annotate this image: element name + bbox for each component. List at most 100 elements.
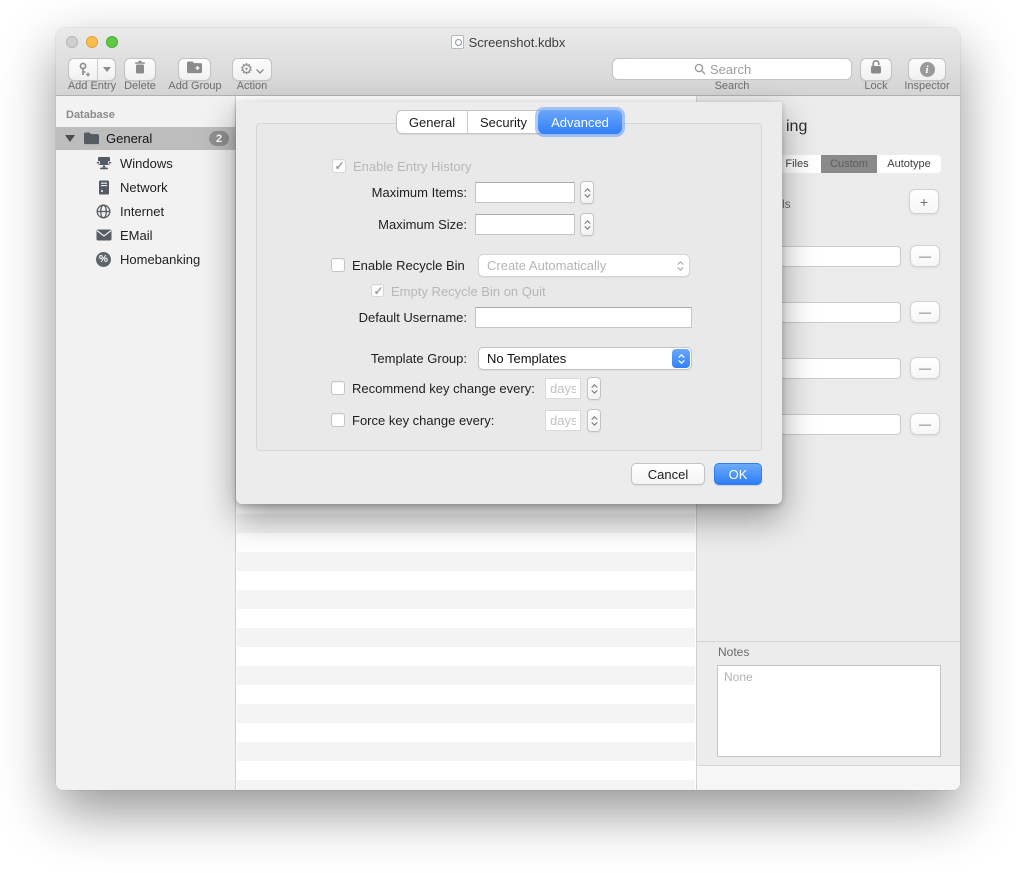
tab-custom[interactable]: Custom (821, 155, 877, 173)
remove-field-button[interactable]: — (910, 413, 940, 435)
sidebar-section-header: Database (66, 109, 115, 121)
maximum-items-input[interactable] (475, 182, 575, 203)
recommend-days-input (545, 378, 581, 399)
force-key-change-checkbox[interactable] (331, 413, 345, 427)
notes-textarea[interactable] (717, 665, 941, 757)
inspector-button[interactable]: i (908, 58, 946, 81)
app-window: Screenshot.kdbx Add Entry Delete (56, 28, 960, 790)
empty-recycle-bin-label: Empty Recycle Bin on Quit (391, 284, 546, 299)
tab-security[interactable]: Security (467, 111, 539, 133)
sidebar-item-label: Network (120, 180, 168, 195)
divider (697, 641, 960, 642)
custom-fields-label-fragment: ls (782, 197, 791, 211)
chevron-down-icon (256, 61, 264, 79)
add-field-button[interactable]: + (909, 189, 939, 214)
default-username-label: Default Username: (317, 310, 467, 325)
tab-autotype[interactable]: Autotype (877, 155, 941, 173)
titlebar: Screenshot.kdbx (56, 28, 960, 56)
add-entry-label: Add Entry (68, 80, 116, 92)
template-group-value: No Templates (479, 351, 671, 366)
popup-chevrons-icon (672, 349, 690, 368)
sidebar-item-windows[interactable]: Windows (56, 151, 236, 175)
window-title-group: Screenshot.kdbx (56, 28, 960, 56)
sidebar-item-label: Internet (120, 204, 164, 219)
sidebar: Database General 2 Windows (56, 96, 236, 790)
sidebar-item-internet[interactable]: Internet (56, 199, 236, 223)
force-key-change-label: Force key change every: (352, 413, 494, 428)
notes-label: Notes (718, 645, 749, 659)
settings-tabs: General Security Advanced (396, 110, 622, 134)
add-group-button[interactable] (178, 58, 211, 81)
inspector-title-fragment: ing (786, 118, 807, 136)
enable-entry-history-checkbox (332, 159, 346, 173)
template-group-label: Template Group: (317, 351, 467, 366)
sidebar-item-label: EMail (120, 228, 153, 243)
sidebar-item-network[interactable]: Network (56, 175, 236, 199)
enable-recycle-bin-checkbox[interactable] (331, 258, 345, 272)
disclosure-triangle-icon[interactable] (65, 135, 75, 142)
recycle-bin-mode-value: Create Automatically (479, 258, 671, 273)
enable-entry-history-label: Enable Entry History (353, 159, 472, 174)
info-icon: i (920, 62, 935, 77)
maximum-size-stepper[interactable] (580, 213, 594, 236)
trash-icon (133, 60, 147, 80)
inspector-footer (697, 765, 960, 790)
search-field[interactable] (612, 58, 852, 80)
delete-button[interactable] (124, 58, 156, 81)
search-label: Search (715, 80, 750, 92)
maximum-items-label: Maximum Items: (347, 185, 467, 200)
ok-button[interactable]: OK (714, 463, 762, 485)
tab-advanced[interactable]: Advanced (538, 110, 622, 134)
empty-recycle-bin-checkbox (371, 284, 384, 297)
inspector-label: Inspector (904, 80, 949, 92)
lock-label: Lock (864, 80, 887, 92)
gear-icon: ⚙ (240, 62, 253, 77)
search-input[interactable] (710, 62, 770, 77)
sidebar-item-label: General (106, 131, 152, 146)
maximum-size-input[interactable] (475, 214, 575, 235)
entry-list-rows (237, 495, 695, 790)
percent-icon: % (95, 252, 112, 267)
lock-button[interactable] (860, 58, 892, 81)
folder-icon (83, 131, 100, 145)
sidebar-item-email[interactable]: EMail (56, 223, 236, 247)
popup-chevrons-icon (671, 261, 689, 271)
key-plus-icon (69, 62, 97, 78)
sidebar-item-label: Windows (120, 156, 173, 171)
action-label: Action (237, 80, 268, 92)
sidebar-item-general[interactable]: General 2 (56, 127, 236, 150)
recommend-key-change-checkbox[interactable] (331, 381, 345, 395)
server-icon (95, 180, 112, 195)
count-badge: 2 (209, 131, 229, 146)
maximum-size-label: Maximum Size: (347, 217, 467, 232)
database-settings-sheet: General Security Advanced Enable Entry H… (236, 102, 782, 504)
sidebar-item-label: Homebanking (120, 252, 200, 267)
recommend-key-change-label: Recommend key change every: (352, 381, 535, 396)
force-days-stepper (587, 409, 601, 432)
template-group-popup[interactable]: No Templates (478, 347, 692, 370)
add-group-label: Add Group (168, 80, 221, 92)
force-days-input (545, 410, 581, 431)
window-title: Screenshot.kdbx (469, 35, 566, 50)
remove-field-button[interactable]: — (910, 245, 940, 267)
action-button[interactable]: ⚙ (232, 58, 272, 81)
add-entry-button[interactable] (68, 58, 116, 81)
padlock-icon (869, 59, 883, 80)
recycle-bin-mode-popup: Create Automatically (478, 254, 690, 277)
inspector-tabs: Files Custom Autotype (773, 155, 941, 173)
remove-field-button[interactable]: — (910, 301, 940, 323)
search-icon (694, 63, 706, 75)
globe-icon (95, 204, 112, 219)
remove-field-button[interactable]: — (910, 357, 940, 379)
window-header: Screenshot.kdbx Add Entry Delete (56, 28, 960, 96)
cancel-button[interactable]: Cancel (631, 463, 705, 485)
windows-icon (95, 156, 112, 170)
tab-general[interactable]: General (397, 111, 467, 133)
folder-plus-icon (186, 60, 203, 79)
maximum-items-stepper[interactable] (580, 181, 594, 204)
default-username-input[interactable] (475, 307, 692, 328)
sidebar-item-homebanking[interactable]: % Homebanking (56, 247, 236, 271)
chevron-down-icon[interactable] (98, 67, 115, 72)
document-icon (451, 35, 464, 49)
enable-recycle-bin-label: Enable Recycle Bin (352, 258, 465, 273)
